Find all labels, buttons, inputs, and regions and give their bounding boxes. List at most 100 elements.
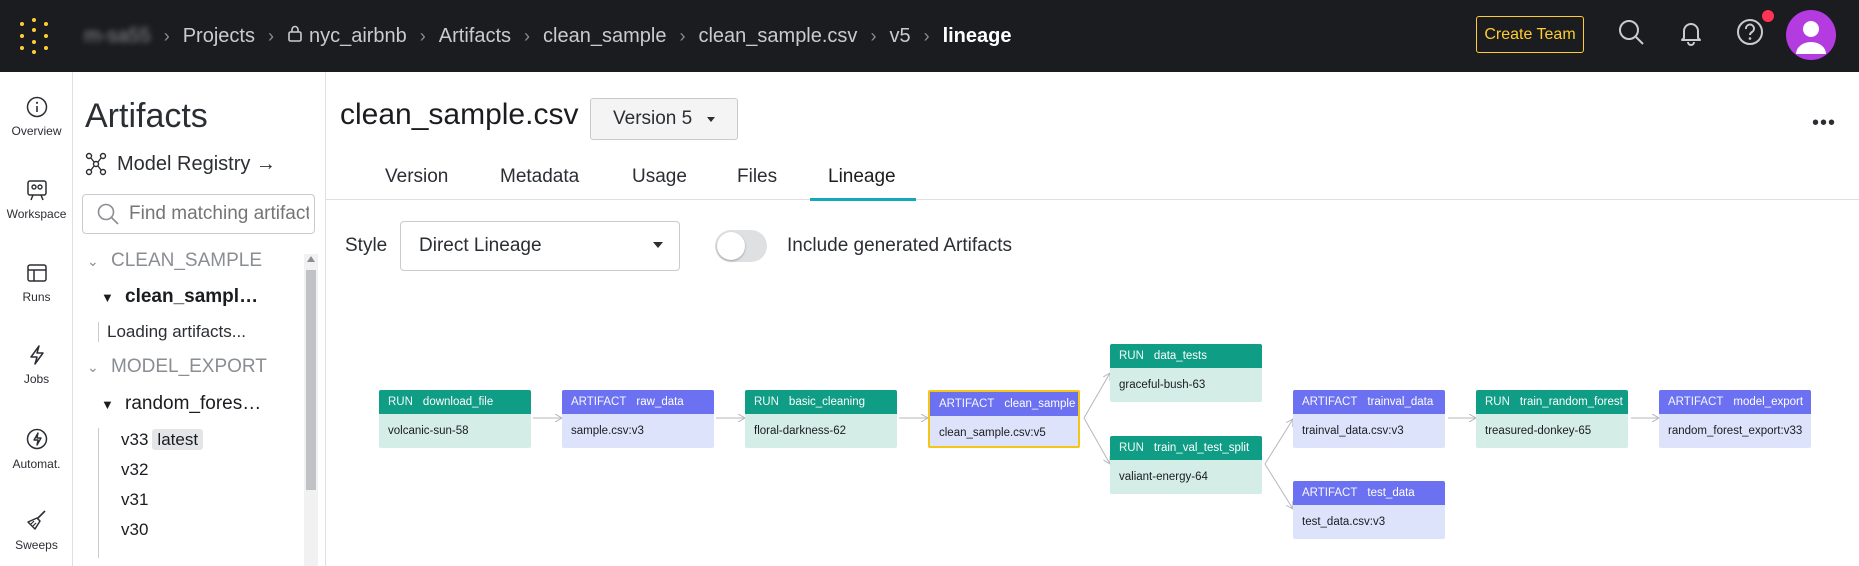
left-nav: Overview Workspace Runs Jobs Automat. Sw…	[0, 72, 73, 566]
chevron-right-icon: ›	[679, 25, 686, 46]
help-icon[interactable]	[1736, 18, 1764, 46]
style-select[interactable]: Direct Lineage	[400, 221, 680, 271]
nav-label: Workspace	[6, 207, 67, 221]
tab-metadata[interactable]: Metadata	[500, 166, 579, 188]
tree-group-clean-sample[interactable]: ⌄ CLEAN_SAMPLE	[87, 250, 262, 272]
broom-icon	[26, 510, 46, 530]
group-name: MODEL_EXPORT	[111, 356, 267, 377]
lineage-edge	[1083, 373, 1110, 419]
tab-usage[interactable]: Usage	[632, 166, 687, 188]
nav-sweeps[interactable]: Sweeps	[0, 508, 73, 552]
chevron-down-icon: ⌄	[87, 359, 99, 375]
breadcrumb-version[interactable]: v5	[889, 25, 910, 48]
tab-files[interactable]: Files	[737, 166, 777, 188]
node-name: basic_cleaning	[788, 396, 866, 408]
breadcrumb-artifact[interactable]: clean_sample.csv	[698, 25, 857, 48]
nav-automations[interactable]: Automat.	[0, 427, 73, 471]
sidebar-scrollbar-thumb[interactable]	[306, 270, 316, 490]
node-value: valiant-energy-64	[1110, 460, 1262, 494]
active-tab-indicator	[810, 198, 916, 201]
nav-label: Overview	[11, 124, 62, 138]
node-value: sample.csv:v3	[562, 414, 714, 448]
node-value: random_forest_export:v33	[1659, 414, 1811, 448]
breadcrumb-project[interactable]: nyc_airbnb	[309, 25, 407, 48]
node-value: floral-darkness-62	[745, 414, 897, 448]
version-select[interactable]: Version 5	[590, 98, 738, 140]
lineage-node-run[interactable]: RUN data_tests graceful-bush-63	[1110, 344, 1262, 402]
tab-lineage[interactable]: Lineage	[828, 166, 896, 188]
nav-overview[interactable]: Overview	[0, 96, 73, 138]
breadcrumb-artifacts[interactable]: Artifacts	[439, 25, 511, 48]
lineage-node-artifact[interactable]: ARTIFACT raw_data sample.csv:v3	[562, 390, 714, 448]
search-icon[interactable]	[1617, 18, 1645, 46]
lock-icon	[287, 24, 303, 48]
node-name: train_random_forest	[1519, 396, 1623, 408]
create-team-button[interactable]: Create Team	[1476, 16, 1584, 53]
more-options-icon[interactable]: •••	[1812, 112, 1836, 135]
avatar[interactable]	[1786, 10, 1836, 60]
lineage-node-artifact[interactable]: ARTIFACT test_data test_data.csv:v3	[1293, 481, 1445, 539]
breadcrumb-artifact-type[interactable]: clean_sample	[543, 25, 666, 48]
style-label: Style	[345, 235, 388, 256]
model-registry-label: Model Registry →	[117, 152, 276, 175]
node-name: train_val_test_split	[1153, 442, 1250, 454]
caret-down-icon	[707, 117, 715, 122]
tree-item-random-forest[interactable]: ▼ random_fores…	[101, 393, 261, 415]
version-label: v33	[121, 430, 149, 449]
group-name: CLEAN_SAMPLE	[111, 250, 263, 271]
node-name: raw_data	[636, 396, 684, 408]
breadcrumb-entity[interactable]: m-sa55	[84, 25, 151, 48]
node-name: test_data	[1367, 487, 1415, 499]
node-kind: ARTIFACT	[1668, 396, 1724, 408]
node-kind: RUN	[754, 396, 779, 408]
node-value: volcanic-sun-58	[379, 414, 531, 448]
chevron-right-icon: ›	[923, 25, 930, 46]
lightning-icon	[29, 345, 44, 365]
caret-down-icon: ▼	[101, 290, 114, 305]
breadcrumb-projects[interactable]: Projects	[183, 25, 255, 48]
tab-bar: Version Metadata Usage Files Lineage	[326, 158, 1859, 201]
lineage-node-run[interactable]: RUN train_val_test_split valiant-energy-6…	[1110, 436, 1262, 494]
info-circle-icon	[26, 96, 47, 118]
nav-jobs[interactable]: Jobs	[0, 344, 73, 386]
node-kind: RUN	[1119, 442, 1144, 454]
tab-version[interactable]: Version	[385, 166, 448, 188]
latest-badge: latest	[152, 429, 204, 450]
node-kind: RUN	[1119, 350, 1144, 362]
version-item-v33[interactable]: v33 latest	[121, 429, 204, 450]
lineage-node-artifact[interactable]: ARTIFACT trainval_data trainval_data.csv:…	[1293, 390, 1445, 448]
top-bar: m-sa55 › Projects › nyc_airbnb › Artifac…	[0, 0, 1859, 72]
version-item-v32[interactable]: v32	[121, 460, 148, 480]
item-name: random_fores…	[125, 393, 262, 414]
nav-label: Jobs	[23, 372, 50, 386]
artifact-search-input[interactable]	[129, 203, 309, 225]
wandb-logo-icon[interactable]	[18, 18, 52, 54]
artifacts-sidebar: Artifacts Model Registry → ⌄ CLEAN_SAMPLE…	[73, 72, 326, 566]
node-value: test_data.csv:v3	[1293, 505, 1445, 539]
lineage-node-run[interactable]: RUN train_random_forest treasured-donkey-…	[1476, 390, 1628, 448]
node-value: graceful-bush-63	[1110, 368, 1262, 402]
lineage-node-artifact[interactable]: ARTIFACT model_export random_forest_expor…	[1659, 390, 1811, 448]
include-generated-toggle[interactable]	[715, 230, 767, 262]
node-name: trainval_data	[1367, 396, 1434, 408]
tree-item-clean-sample[interactable]: ▼ clean_sampl…	[101, 286, 258, 308]
lineage-node-artifact-selected[interactable]: ARTIFACT clean_sample clean_sample.csv:v5	[928, 390, 1080, 448]
version-item-v30[interactable]: v30	[121, 520, 148, 540]
tree-group-model-export[interactable]: ⌄ MODEL_EXPORT	[87, 356, 267, 378]
nav-label: Runs	[22, 290, 51, 304]
main-panel: clean_sample.csv Version 5 ••• Version M…	[326, 72, 1859, 566]
node-name: data_tests	[1153, 350, 1207, 362]
node-name: model_export	[1733, 396, 1804, 408]
model-registry-link[interactable]: Model Registry →	[85, 152, 276, 176]
lineage-node-run[interactable]: RUN basic_cleaning floral-darkness-62	[745, 390, 897, 448]
toggle-knob	[717, 232, 745, 260]
version-item-v31[interactable]: v31	[121, 490, 148, 510]
nav-runs[interactable]: Runs	[0, 262, 73, 304]
lineage-node-run[interactable]: RUN download_file volcanic-sun-58	[379, 390, 531, 448]
scroll-up-icon[interactable]	[307, 256, 315, 262]
bell-icon[interactable]	[1677, 18, 1705, 46]
node-kind: ARTIFACT	[571, 396, 627, 408]
node-kind: RUN	[388, 396, 413, 408]
node-name: download_file	[422, 396, 494, 408]
nav-workspace[interactable]: Workspace	[0, 179, 73, 221]
